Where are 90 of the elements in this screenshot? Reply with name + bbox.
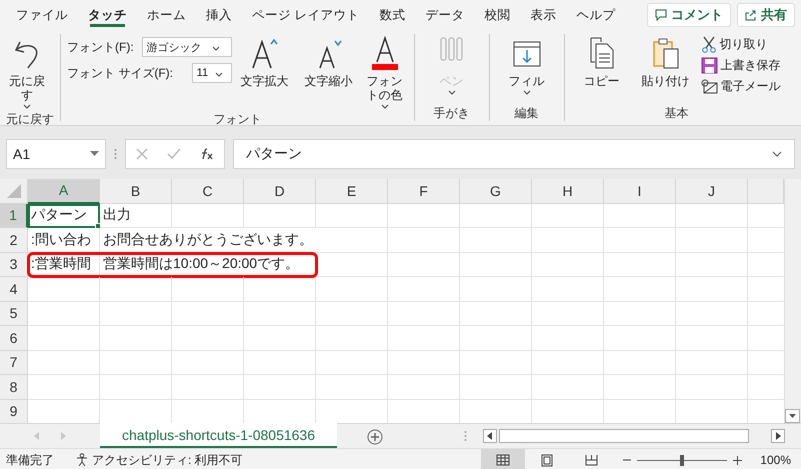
ribbon-button[interactable]: 上書き保存 bbox=[698, 55, 783, 76]
ribbon-tab[interactable]: タッチ bbox=[78, 0, 137, 30]
ribbon-tab[interactable]: 挿入 bbox=[196, 0, 242, 30]
column-header[interactable]: A bbox=[28, 179, 100, 204]
row-header[interactable]: 9 bbox=[0, 400, 28, 423]
ribbon-button[interactable]: 電子メール bbox=[698, 76, 783, 97]
name-box[interactable]: A1 bbox=[6, 138, 106, 168]
grid-icon bbox=[496, 454, 510, 466]
scroll-left-icon[interactable] bbox=[483, 429, 497, 443]
column-header[interactable]: B bbox=[100, 179, 172, 204]
scroll-right-icon[interactable] bbox=[771, 429, 785, 443]
ribbon-tab[interactable]: 数式 bbox=[369, 0, 416, 30]
row-header[interactable]: 2 bbox=[0, 228, 28, 252]
row-header[interactable]: 7 bbox=[0, 350, 28, 375]
ribbon-tab[interactable]: 表示 bbox=[520, 0, 566, 30]
save-icon bbox=[700, 57, 718, 74]
grip-icon bbox=[464, 430, 467, 442]
column-header[interactable]: G bbox=[460, 179, 532, 204]
column-header[interactable]: J bbox=[676, 179, 748, 204]
column-header[interactable]: E bbox=[316, 179, 388, 204]
zoom-in-icon[interactable] bbox=[733, 456, 742, 464]
field-label: フォント(F): bbox=[67, 38, 134, 56]
row-header[interactable]: 1 bbox=[0, 204, 28, 228]
horizontal-scrollbar[interactable] bbox=[499, 429, 749, 443]
share-button[interactable]: 共有 bbox=[737, 3, 795, 27]
caret-icon bbox=[448, 90, 456, 95]
ribbon-tab[interactable]: ページ レイアウト bbox=[242, 0, 370, 30]
ribbon-button[interactable]: 元に戻す bbox=[6, 34, 48, 111]
ribbon-tab[interactable]: ヘルプ bbox=[566, 0, 626, 30]
expand-icon[interactable] bbox=[772, 150, 782, 156]
ribbon-tab[interactable]: ホーム bbox=[137, 0, 196, 30]
scroll-down-icon[interactable] bbox=[785, 409, 800, 423]
page-icon bbox=[541, 454, 554, 466]
sheet-tab[interactable]: chatplus-shortcuts-1-08051636 bbox=[100, 423, 338, 448]
table-cell: パターン bbox=[28, 204, 100, 228]
formula-value[interactable]: パターン bbox=[246, 144, 302, 162]
comment-button[interactable]: コメント bbox=[647, 3, 731, 27]
row-header[interactable]: 5 bbox=[0, 302, 28, 326]
caret-icon bbox=[215, 72, 224, 76]
column-header[interactable]: H bbox=[532, 179, 604, 204]
font-size-dropdown[interactable]: 11 bbox=[192, 63, 232, 83]
accessibility-status[interactable]: アクセシビリティ: 利用不可 bbox=[92, 452, 243, 468]
caret-icon bbox=[380, 104, 389, 109]
share-icon bbox=[745, 9, 757, 21]
normal-view-button[interactable] bbox=[481, 449, 526, 469]
column-header[interactable]: C bbox=[172, 179, 244, 204]
vertical-scrollbar[interactable] bbox=[784, 179, 801, 423]
ribbon-button[interactable]: 貼り付け bbox=[634, 34, 697, 105]
caret-icon bbox=[212, 46, 220, 50]
group-label: 手がき bbox=[432, 105, 471, 121]
ribbon-button[interactable]: 文字拡大 bbox=[234, 34, 296, 111]
function-icon[interactable] bbox=[200, 148, 214, 160]
font-dropdown[interactable]: 游ゴシック bbox=[142, 37, 232, 57]
grow-font-icon bbox=[250, 36, 280, 70]
ribbon-button[interactable]: 文字縮小 bbox=[298, 34, 360, 111]
font-color-icon bbox=[370, 36, 400, 70]
row-header[interactable]: 6 bbox=[0, 326, 28, 350]
triangle-icon bbox=[6, 184, 20, 198]
grip-icon bbox=[114, 148, 117, 160]
email-icon bbox=[700, 78, 718, 95]
field-label: フォント サイズ(F): bbox=[67, 64, 173, 82]
comment-icon bbox=[655, 9, 667, 21]
status-text: 準備完了 bbox=[6, 452, 54, 468]
row-header[interactable]: 8 bbox=[0, 375, 28, 400]
ribbon-tab[interactable]: データ bbox=[415, 0, 474, 30]
column-header[interactable]: F bbox=[388, 179, 460, 204]
row-header[interactable]: 3 bbox=[0, 252, 28, 277]
accessibility-icon[interactable] bbox=[76, 453, 89, 467]
caret-icon bbox=[522, 90, 531, 95]
row-header[interactable]: 4 bbox=[0, 277, 28, 302]
group-label: 基本 bbox=[664, 105, 690, 121]
ribbon-button[interactable]: 切り取り bbox=[698, 34, 783, 55]
ribbon-button[interactable]: フォントの色 bbox=[362, 34, 408, 111]
column-header[interactable]: I bbox=[604, 179, 676, 204]
zoom-level[interactable]: 100% bbox=[760, 453, 791, 467]
add-sheet-icon[interactable] bbox=[367, 429, 384, 445]
check-icon[interactable] bbox=[166, 148, 181, 160]
caret-icon bbox=[23, 104, 31, 109]
group-label: フォント bbox=[212, 111, 262, 127]
dropdown-icon bbox=[90, 151, 99, 156]
ribbon-button[interactable]: コピー bbox=[570, 34, 633, 105]
ribbon-tab[interactable]: 校閲 bbox=[474, 0, 520, 30]
ribbon-tab[interactable]: ファイル bbox=[6, 0, 78, 30]
paste-icon bbox=[650, 36, 681, 70]
scissors-icon bbox=[700, 36, 717, 53]
page-break-icon bbox=[584, 454, 598, 466]
group-label: 元に戻す bbox=[6, 111, 54, 127]
group-label: 編集 bbox=[514, 105, 540, 121]
column-header[interactable]: D bbox=[244, 179, 316, 204]
ribbon-button[interactable]: フィル bbox=[496, 34, 558, 105]
